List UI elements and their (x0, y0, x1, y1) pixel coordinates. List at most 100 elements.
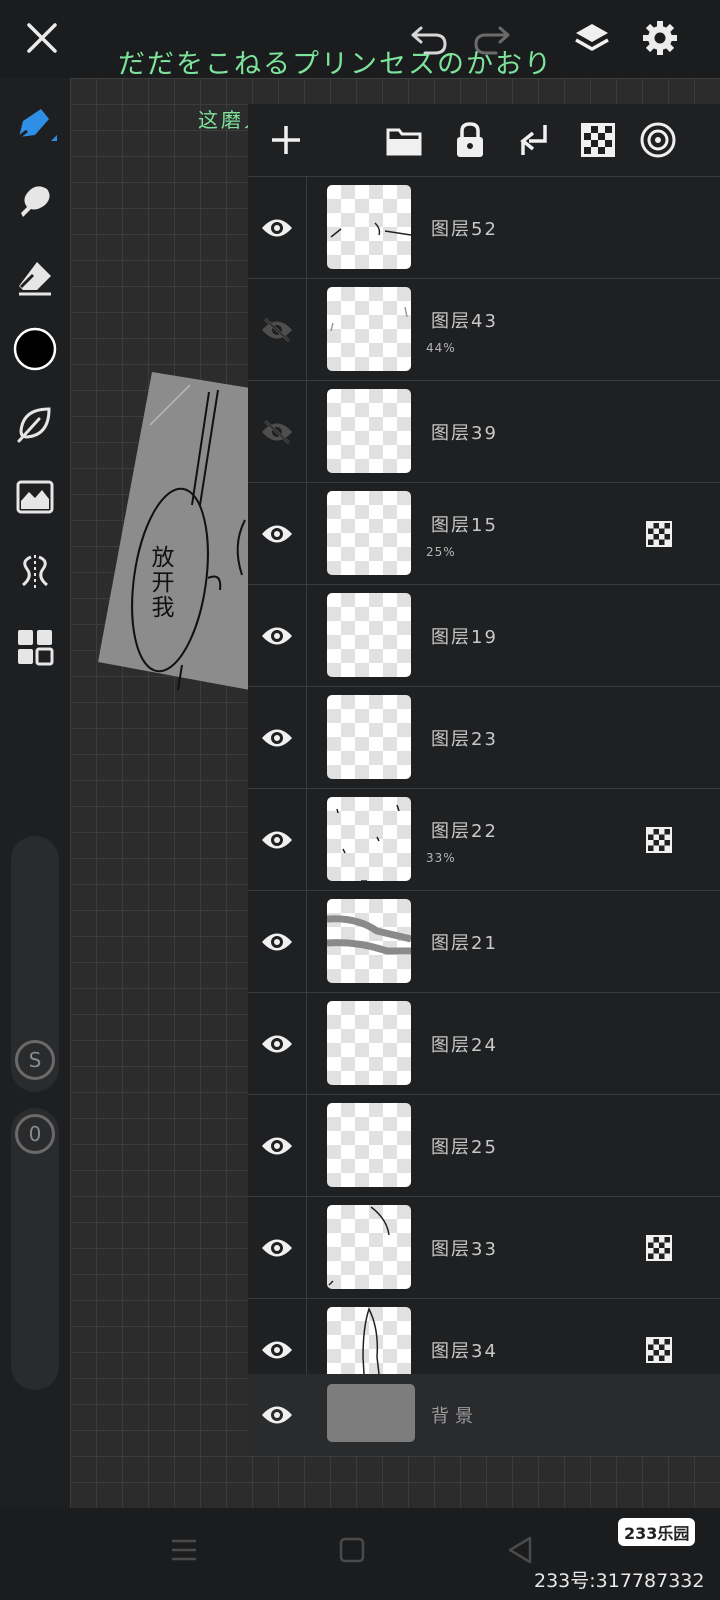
add-icon (272, 126, 300, 154)
layer-name: 图层22 (431, 821, 498, 842)
layer-thumbnail (327, 593, 411, 677)
close-button[interactable] (20, 16, 64, 60)
eye-icon (262, 219, 292, 236)
merge-down-button[interactable] (512, 118, 556, 162)
clipping-mask-toggle[interactable] (646, 1235, 672, 1261)
visibility-toggle[interactable] (248, 279, 307, 380)
eye-icon (262, 1406, 292, 1424)
visibility-toggle[interactable] (248, 789, 307, 890)
layer-row[interactable]: 图层39 (248, 380, 720, 482)
merge-icon (520, 125, 547, 155)
eye-icon (262, 933, 292, 950)
layers-icon (575, 24, 609, 51)
smudge-icon (21, 186, 50, 217)
reference-layer-button[interactable] (636, 118, 680, 162)
eye-icon (262, 831, 292, 848)
visibility-toggle[interactable] (248, 483, 307, 584)
clipping-mask-icon (646, 1235, 672, 1261)
clipping-mask-toggle[interactable] (646, 1337, 672, 1363)
layer-thumbnail (327, 1103, 411, 1187)
symmetry-button[interactable] (12, 548, 58, 594)
background-layer-row[interactable]: 背景 (248, 1374, 720, 1456)
layer-name: 图层39 (431, 423, 498, 444)
add-layer-button[interactable] (264, 118, 308, 162)
clipping-mask-icon (646, 521, 672, 547)
app-screen: 放开我 だだをこねるプリンセスのかおり 这磨人的小公主身上的香气 (0, 0, 720, 1600)
layer-name: 图层52 (431, 219, 498, 240)
close-icon (27, 23, 57, 53)
layer-opacity: 44% (426, 341, 456, 355)
visibility-toggle[interactable] (248, 687, 307, 788)
layer-thumbnail (327, 1205, 411, 1289)
image-icon (16, 480, 54, 514)
layer-row[interactable]: 图层43 44% (248, 278, 720, 380)
opacity-slider-knob[interactable]: 0 (15, 1114, 55, 1154)
visibility-toggle[interactable] (248, 177, 307, 278)
layer-name: 图层24 (431, 1035, 498, 1056)
back-icon (508, 1536, 532, 1564)
background-thumbnail (327, 1384, 415, 1442)
layer-thumbnail (327, 491, 411, 575)
back-nav-button[interactable] (500, 1530, 540, 1570)
menu-nav-button[interactable] (164, 1530, 204, 1570)
visibility-toggle[interactable] (248, 891, 307, 992)
clipping-mask-toggle[interactable] (646, 521, 672, 547)
eye-icon (262, 1341, 292, 1358)
clipping-mask-icon (646, 827, 672, 853)
visibility-toggle[interactable] (248, 1095, 307, 1196)
color-picker-button[interactable] (12, 326, 58, 372)
clipping-mask-toggle[interactable] (646, 827, 672, 853)
layer-name: 图层34 (431, 1341, 498, 1362)
layer-thumbnail (327, 797, 411, 881)
image-adjust-button[interactable] (12, 474, 58, 520)
layer-opacity: 33% (426, 851, 456, 865)
brush-size-slider[interactable]: S (11, 836, 59, 1092)
eye-off-icon (262, 419, 292, 444)
layer-name: 图层23 (431, 729, 498, 750)
lock-layer-button[interactable] (448, 118, 492, 162)
eye-icon (262, 525, 292, 542)
layer-row[interactable]: 图层19 (248, 584, 720, 686)
home-nav-button[interactable] (332, 1530, 372, 1570)
layer-thumbnail-sketch (330, 222, 411, 238)
layer-name: 图层33 (431, 1239, 498, 1260)
layer-row[interactable]: 图层33 (248, 1196, 720, 1298)
layers-button[interactable] (570, 16, 614, 60)
material-grid-button[interactable] (12, 624, 58, 670)
layer-row[interactable]: 图层24 (248, 992, 720, 1094)
settings-icon (643, 21, 677, 55)
add-folder-button[interactable] (382, 118, 426, 162)
layer-name: 图层19 (431, 627, 498, 648)
layer-row[interactable]: 图层21 (248, 890, 720, 992)
tool-sidebar: S 0 (0, 78, 70, 1508)
eye-icon (262, 729, 292, 746)
watermark-japanese: だだをこねるプリンセスのかおり (118, 49, 553, 80)
transparency-lock-button[interactable] (576, 118, 620, 162)
size-slider-knob[interactable]: S (15, 1040, 55, 1080)
eraser-icon (19, 262, 51, 296)
color-swatch (13, 327, 57, 371)
visibility-toggle[interactable] (248, 1374, 306, 1456)
leaf-icon (17, 407, 51, 443)
folder-icon (386, 128, 422, 156)
clipping-mask-icon (646, 1337, 672, 1363)
layer-row[interactable]: 图层25 (248, 1094, 720, 1196)
visibility-toggle[interactable] (248, 585, 307, 686)
brush-library-button[interactable] (12, 400, 58, 446)
layer-row[interactable]: 图层22 33% (248, 788, 720, 890)
layer-thumbnail-sketch (328, 1206, 390, 1286)
layer-thumbnail (327, 899, 411, 983)
eraser-tool-button[interactable] (12, 254, 58, 300)
smudge-tool-button[interactable] (12, 178, 58, 224)
layer-row[interactable]: 图层15 25% (248, 482, 720, 584)
visibility-toggle[interactable] (248, 993, 307, 1094)
layer-row[interactable]: 图层23 (248, 686, 720, 788)
visibility-toggle[interactable] (248, 381, 307, 482)
symmetry-icon (22, 555, 48, 589)
pen-tool-button[interactable] (12, 102, 58, 148)
layer-row[interactable]: 图层52 (248, 176, 720, 278)
brush-opacity-slider[interactable]: 0 (11, 1108, 59, 1390)
visibility-toggle[interactable] (248, 1197, 307, 1298)
settings-button[interactable] (638, 16, 682, 60)
checker-icon (581, 123, 615, 157)
